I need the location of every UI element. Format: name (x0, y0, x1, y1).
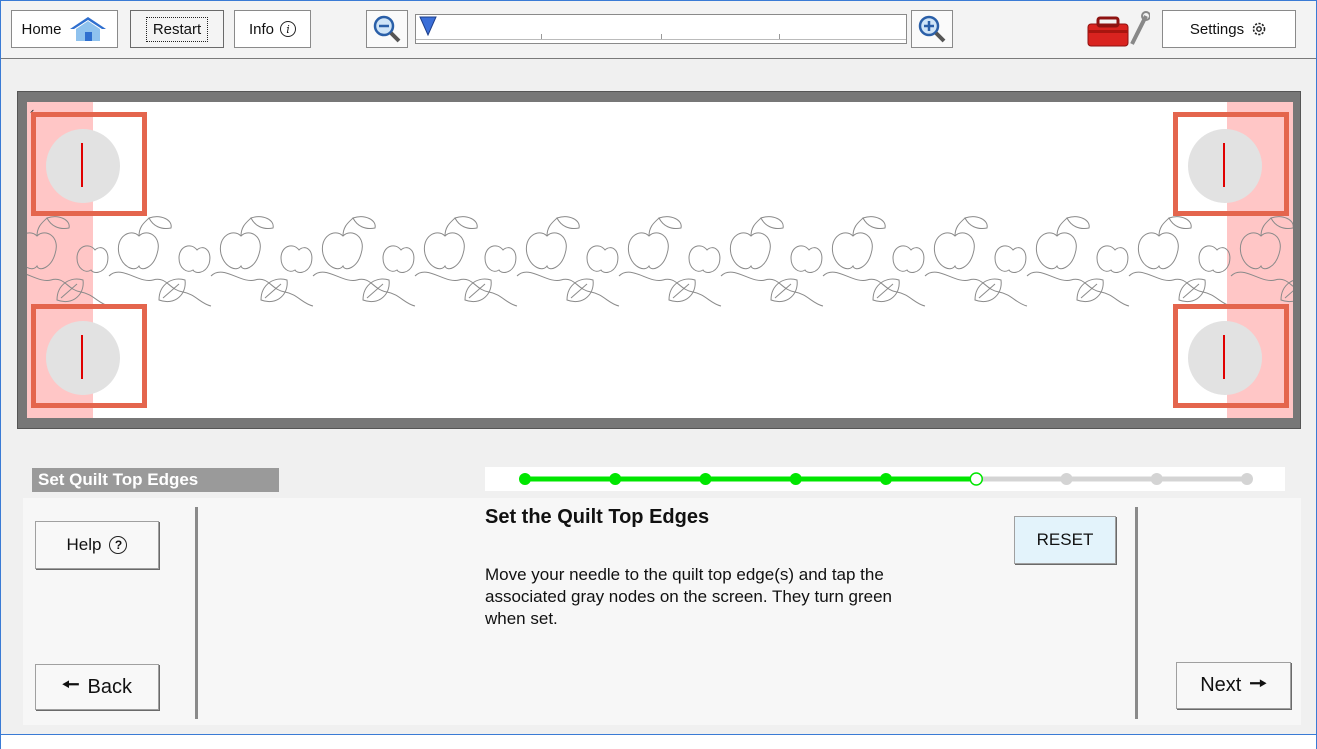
settings-label: Settings (1189, 20, 1245, 38)
edge-node-top-left[interactable] (31, 112, 147, 216)
house-icon (69, 17, 106, 41)
slider-ticks (416, 34, 906, 40)
quilt-canvas: ‹ (17, 91, 1301, 429)
restart-button[interactable]: Restart (130, 10, 224, 48)
right-divider (1135, 507, 1138, 719)
toolbar: Home Restart Info i Settings (1, 1, 1316, 59)
reset-label: RESET (1036, 530, 1094, 549)
left-divider (195, 507, 198, 719)
home-label: Home (21, 20, 62, 38)
progress-step-pending (1150, 473, 1163, 485)
progress-step-complete (789, 473, 802, 485)
zoom-out-icon (373, 15, 401, 43)
toolbox-icon[interactable] (1084, 10, 1150, 50)
edge-node-bottom-left[interactable] (31, 304, 147, 408)
help-label: Help (66, 535, 102, 554)
question-icon: ? (109, 536, 128, 554)
progress-step-complete (609, 473, 622, 485)
gear-icon (1252, 22, 1266, 36)
back-button[interactable]: 🠔 Back (35, 664, 159, 710)
next-button[interactable]: Next 🠖 (1176, 662, 1291, 709)
app-window: Home Restart Info i Settings ‹ Set Quilt… (1, 1, 1316, 734)
instruction-heading: Set the Quilt Top Edges (485, 506, 710, 528)
quilt-area[interactable]: ‹ (27, 102, 1293, 418)
step-progress (485, 467, 1285, 491)
reset-button[interactable]: RESET (1014, 516, 1116, 564)
needle-marker (81, 335, 83, 379)
progress-step-current (969, 472, 983, 486)
progress-step-pending (1060, 473, 1073, 485)
arrow-left-icon: 🠔 (62, 674, 80, 696)
gray-node[interactable] (1188, 129, 1262, 203)
home-button[interactable]: Home (11, 10, 118, 48)
zoom-out-button[interactable] (366, 10, 408, 48)
step-title: Set Quilt Top Edges (32, 468, 279, 492)
window-bottom-edge (0, 734, 1317, 735)
slider-thumb[interactable] (419, 16, 437, 36)
edge-node-top-right[interactable] (1173, 112, 1289, 216)
zoom-in-button[interactable] (911, 10, 953, 48)
progress-track (519, 472, 1253, 486)
zoom-in-icon (918, 15, 946, 43)
needle-marker (1223, 335, 1225, 379)
settings-button[interactable]: Settings (1162, 10, 1296, 48)
info-button[interactable]: Info i (234, 10, 311, 48)
quilt-pattern (27, 216, 1293, 307)
back-label: Back (87, 675, 132, 698)
info-label: Info (248, 20, 275, 38)
arrow-right-icon: 🠖 (1249, 672, 1267, 695)
needle-marker (1223, 143, 1225, 187)
needle-marker (81, 143, 83, 187)
restart-label: Restart (145, 16, 209, 42)
gray-node[interactable] (46, 321, 120, 395)
help-button[interactable]: Help ? (35, 521, 159, 569)
gray-node[interactable] (46, 129, 120, 203)
progress-step-pending (1241, 473, 1253, 485)
progress-step-complete (880, 473, 892, 485)
info-icon: i (280, 21, 297, 37)
instruction-text: Move your needle to the quilt top edge(s… (485, 565, 892, 628)
progress-step-complete (699, 473, 712, 485)
zoom-slider[interactable] (415, 14, 907, 44)
gray-node[interactable] (1188, 321, 1262, 395)
progress-step-complete (519, 473, 531, 485)
edge-node-bottom-right[interactable] (1173, 304, 1289, 408)
next-label: Next (1200, 674, 1242, 696)
